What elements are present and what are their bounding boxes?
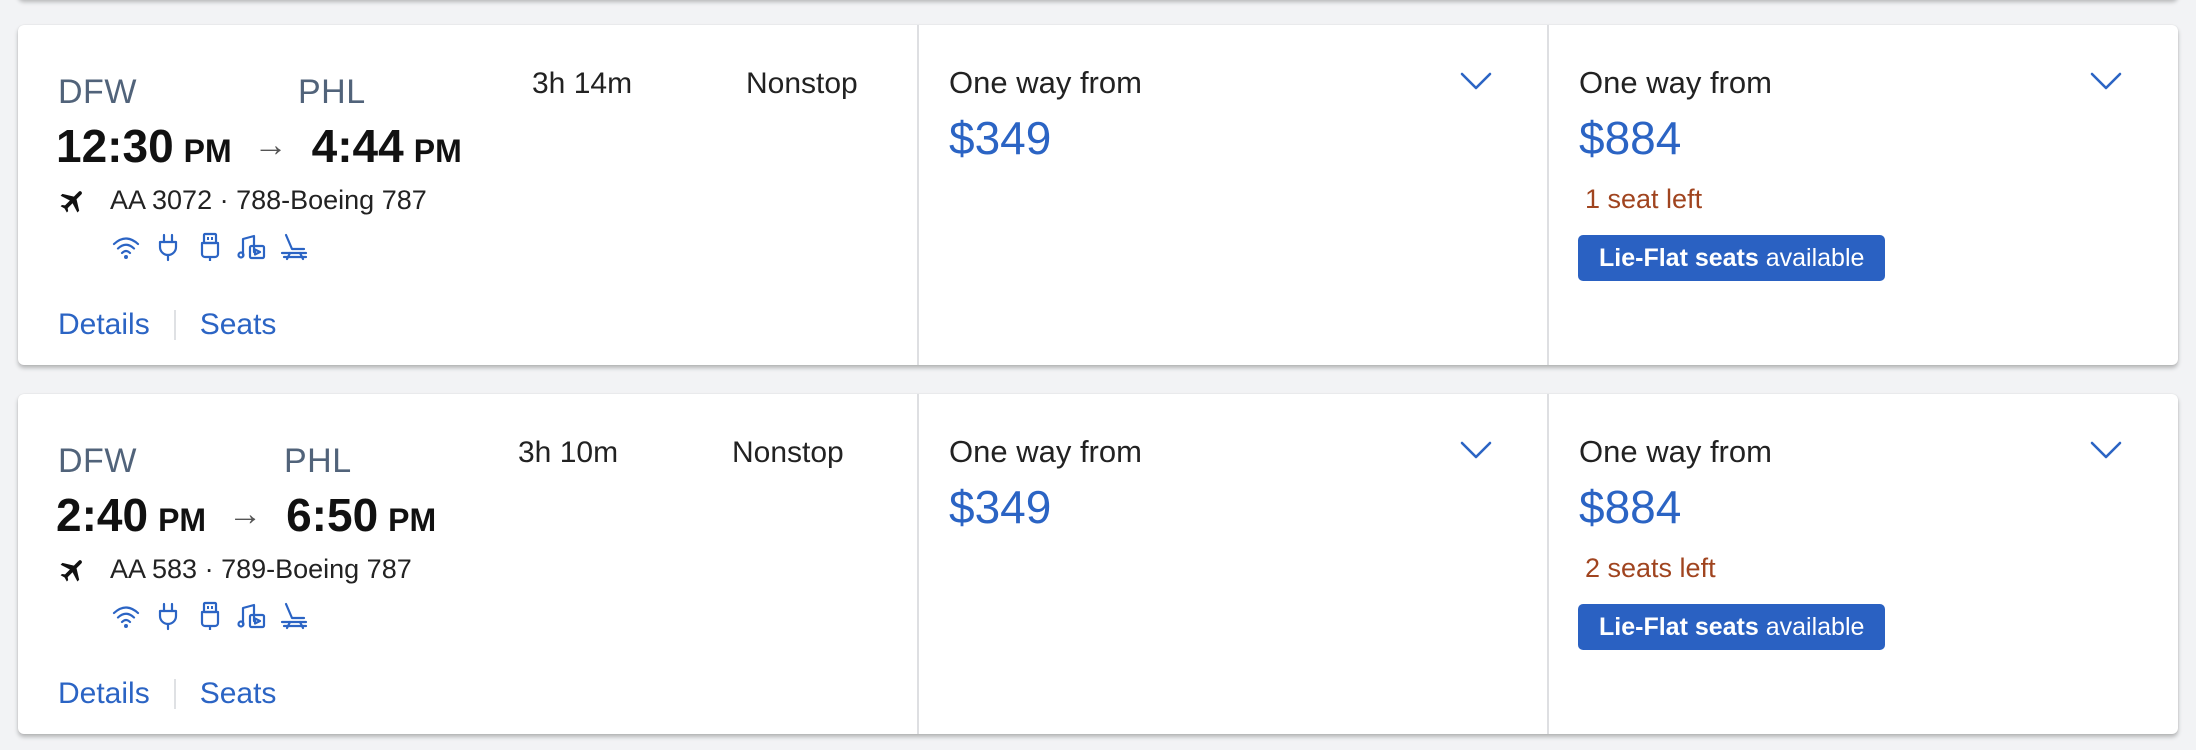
badge-bold-text: Lie-Flat seats [1599, 244, 1759, 272]
business-fare[interactable]: One way from $884 2 seats left Lie-Flat … [1549, 394, 2178, 734]
power-outlet-icon [158, 602, 178, 631]
fare-label: One way from [1579, 434, 1772, 469]
arrow-icon: → [228, 495, 263, 533]
fare-label: One way from [949, 65, 1142, 100]
stops-info: Nonstop [746, 67, 858, 100]
time-row: 12:30 PM → 4:44 PM [56, 119, 462, 173]
details-link[interactable]: Details [58, 308, 150, 342]
depart-time: 12:30 [56, 120, 174, 172]
power-outlet-icon [158, 233, 178, 262]
lie-flat-badge: Lie-Flat seats available [1578, 235, 1886, 281]
arrive-ampm: PM [388, 502, 437, 538]
origin-airport: DFW [58, 73, 137, 111]
chevron-down-icon[interactable] [1459, 438, 1493, 462]
chevron-down-icon[interactable] [1459, 69, 1493, 93]
card-links: Details Seats [58, 308, 276, 342]
usb-icon [200, 601, 220, 630]
origin-airport: DFW [58, 442, 137, 480]
amenities-row [110, 231, 310, 263]
stops-info: Nonstop [732, 436, 844, 469]
flight-number-aircraft: AA 583 · 789-Boeing 787 [110, 554, 412, 584]
flight-number-aircraft: AA 3072 · 788-Boeing 787 [110, 185, 427, 215]
flight-info-panel: DFW PHL 3h 10m Nonstop 2:40 PM → 6:50 PM… [18, 394, 919, 734]
seats-link[interactable]: Seats [200, 677, 277, 711]
link-divider [173, 310, 176, 340]
seats-link[interactable]: Seats [200, 308, 277, 342]
link-divider [173, 679, 176, 709]
amenities-row [110, 600, 310, 632]
depart-time: 2:40 [56, 489, 149, 541]
details-link[interactable]: Details [58, 677, 150, 711]
fare-label: One way from [949, 434, 1142, 469]
chevron-down-icon[interactable] [2089, 438, 2123, 462]
destination-airport: PHL [298, 73, 366, 111]
destination-airport: PHL [284, 442, 352, 480]
flight-number-line: AA 3072 · 788-Boeing 787 [58, 185, 427, 216]
entertainment-icon [237, 603, 266, 629]
seats-left-notice: 2 seats left [1585, 553, 1716, 583]
badge-text: available [1765, 613, 1865, 641]
wifi-icon [112, 237, 140, 259]
fare-price: $884 [1579, 112, 1682, 164]
depart-ampm: PM [183, 133, 232, 169]
depart-ampm: PM [158, 502, 207, 538]
time-row: 2:40 PM → 6:50 PM [56, 488, 436, 542]
main-cabin-fare[interactable]: One way from $349 [919, 25, 1549, 365]
flight-number-line: AA 583 · 789-Boeing 787 [58, 554, 412, 585]
flight-card: DFW PHL 3h 14m Nonstop 12:30 PM → 4:44 P… [18, 25, 2178, 365]
fare-label: One way from [1579, 65, 1772, 100]
arrive-time: 4:44 [311, 120, 404, 172]
arrow-icon: → [253, 126, 288, 164]
main-cabin-fare[interactable]: One way from $349 [919, 394, 1549, 734]
usb-icon [200, 232, 220, 261]
flight-duration: 3h 14m [532, 67, 633, 100]
lie-flat-seat-icon [280, 602, 308, 630]
fare-price: $349 [949, 112, 1052, 164]
arrive-time: 6:50 [286, 489, 379, 541]
flight-duration: 3h 10m [518, 436, 619, 469]
card-links: Details Seats [58, 677, 276, 711]
wifi-icon [112, 606, 140, 628]
lie-flat-seat-icon [280, 233, 308, 261]
entertainment-icon [237, 234, 266, 260]
seats-left-notice: 1 seat left [1585, 184, 1703, 214]
airplane-icon [60, 190, 82, 212]
chevron-down-icon[interactable] [2089, 69, 2123, 93]
flight-info-panel: DFW PHL 3h 14m Nonstop 12:30 PM → 4:44 P… [18, 25, 919, 365]
fare-price: $349 [949, 481, 1052, 533]
badge-text: available [1765, 244, 1865, 272]
airplane-icon [60, 559, 82, 581]
badge-bold-text: Lie-Flat seats [1599, 613, 1759, 641]
flight-card: DFW PHL 3h 10m Nonstop 2:40 PM → 6:50 PM… [18, 394, 2178, 734]
arrive-ampm: PM [413, 133, 462, 169]
business-fare[interactable]: One way from $884 1 seat left Lie-Flat s… [1549, 25, 2178, 365]
fare-price: $884 [1579, 481, 1682, 533]
lie-flat-badge: Lie-Flat seats available [1578, 604, 1886, 650]
